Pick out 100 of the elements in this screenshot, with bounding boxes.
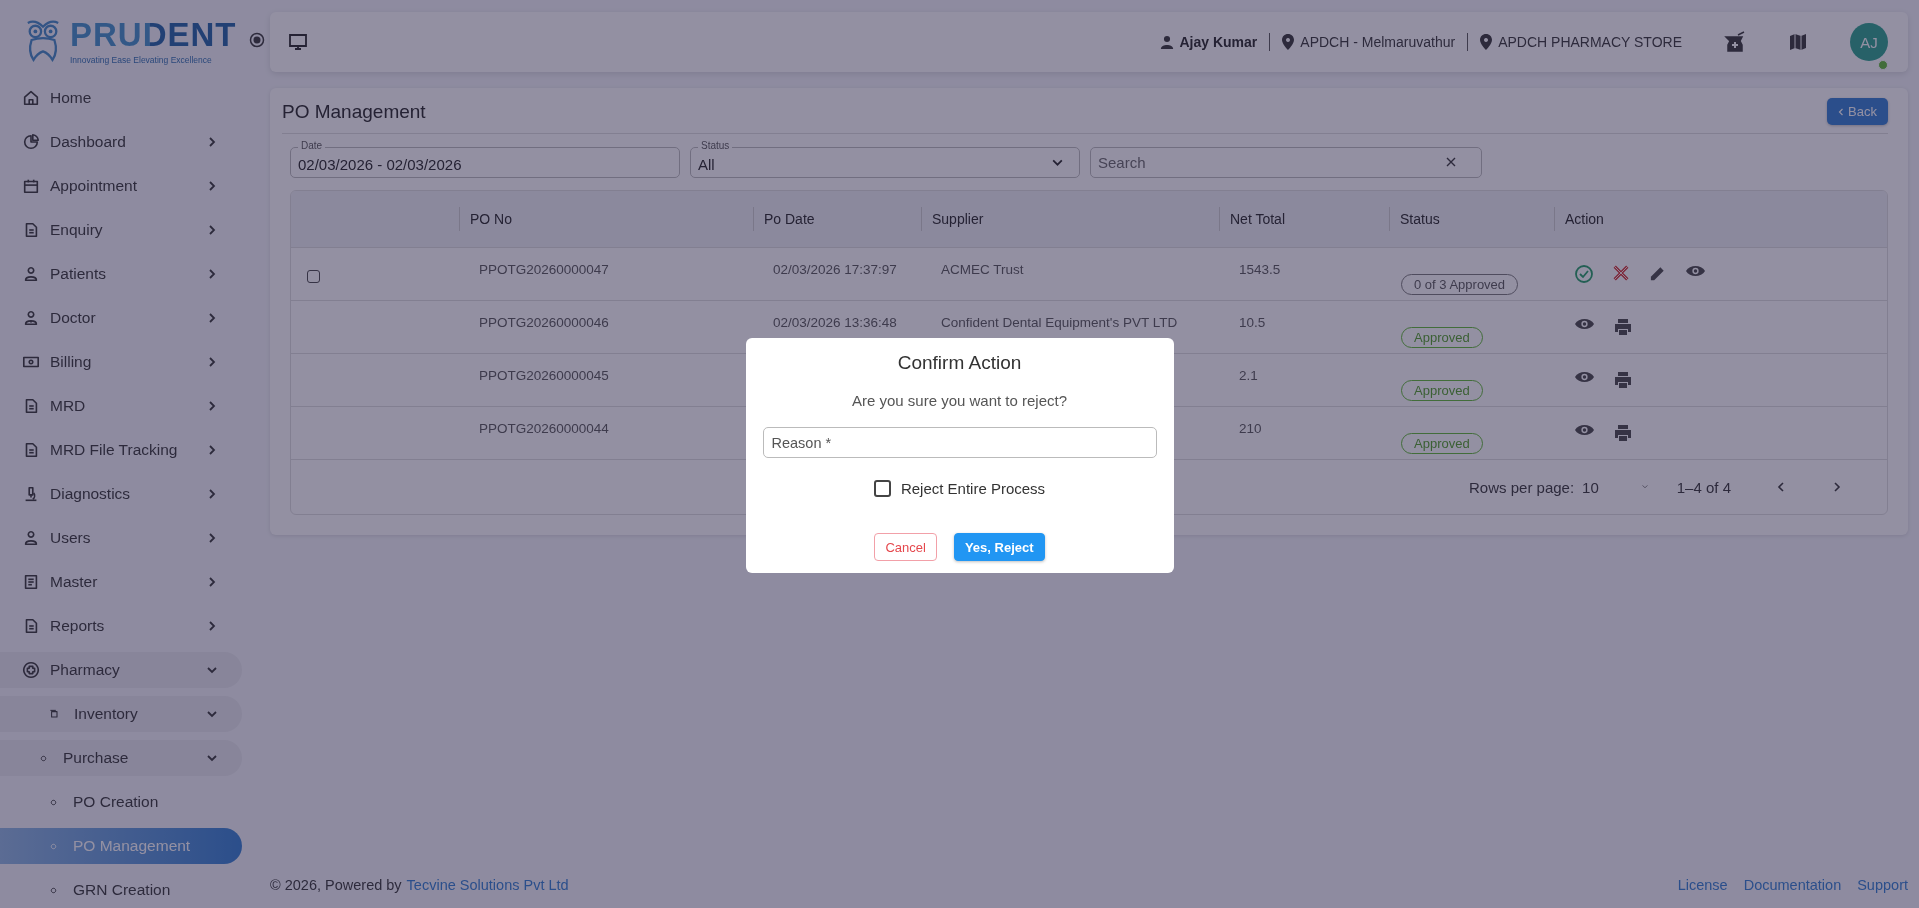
chevron-down-icon	[206, 752, 218, 764]
chevron-left-icon	[1838, 107, 1845, 116]
field-label: Date	[298, 140, 326, 152]
sidebar-item[interactable]: Appointment	[0, 168, 242, 204]
brand-tagline: Innovating Ease Elevating Excellence	[70, 55, 213, 65]
map-icon[interactable]	[1788, 32, 1808, 52]
chevron-right-icon	[206, 444, 218, 456]
table-cell: PPOTG20260000047	[479, 262, 609, 277]
column-header: Action	[1565, 211, 1604, 227]
table-cell: 02/03/2026 13:36:48	[773, 315, 897, 330]
table-cell: 210	[1239, 421, 1262, 436]
chevron-right-icon	[206, 136, 218, 148]
sidebar-item[interactable]: GRN Creation	[0, 872, 242, 908]
check-circle-icon[interactable]	[1574, 264, 1594, 284]
table-cell: 02/03/2026 17:37:97	[773, 262, 897, 277]
mortar-pestle-icon[interactable]	[1724, 31, 1746, 53]
next-page-icon[interactable]	[1831, 481, 1843, 493]
copyright-text: © 2026, Powered by Tecvine Solutions Pvt Ltd	[270, 877, 569, 893]
printer-icon[interactable]	[1613, 423, 1633, 443]
footer-link[interactable]: License	[1677, 877, 1728, 893]
table-cell: 10.5	[1239, 315, 1266, 330]
chevron-right-icon	[206, 224, 218, 236]
checkbox-label: Reject Entire Process	[900, 480, 1046, 497]
table-cell: 2.1	[1239, 368, 1258, 383]
calendar-icon	[22, 177, 40, 195]
search-field[interactable]: Search	[1090, 147, 1482, 178]
eye-icon[interactable]	[1574, 317, 1595, 331]
location-pin-icon	[1480, 34, 1493, 50]
reject-entire-checkbox[interactable]	[873, 480, 891, 497]
chevron-down-icon	[206, 664, 218, 676]
person-icon	[1159, 35, 1174, 49]
list-icon	[22, 573, 40, 591]
company-link[interactable]: Tecvine Solutions Pvt Ltd	[406, 877, 569, 893]
radio-toggle-icon[interactable]	[248, 32, 265, 48]
sidebar-item[interactable]: PO Management	[0, 828, 242, 864]
user-name: Ajay Kumar	[1179, 34, 1258, 50]
stack-icon	[48, 708, 60, 720]
table-cell: PPOTG20260000045	[479, 368, 609, 383]
chevron-right-icon	[206, 268, 218, 280]
eye-icon[interactable]	[1574, 370, 1595, 384]
store-name: APDCH PHARMACY STORE	[1498, 34, 1682, 50]
location-name: APDCH - Melmaruvathur	[1300, 34, 1456, 50]
table-cell: ACMEC Trust	[941, 262, 1024, 277]
eye-icon[interactable]	[1685, 264, 1706, 278]
chevron-down-icon	[206, 708, 218, 720]
column-header: Net Total	[1230, 211, 1285, 227]
footer-link[interactable]: Support	[1857, 877, 1908, 893]
previous-page-icon[interactable]	[1775, 481, 1787, 493]
person-icon	[22, 265, 40, 283]
sidebar-item[interactable]: Home	[0, 80, 242, 116]
table-cell: Confident Dental Equipment's PVT LTD	[941, 315, 1178, 330]
dialog-message: Are you sure you want to reject?	[851, 392, 1068, 409]
row-checkbox[interactable]	[307, 270, 320, 283]
column-header: Po Date	[764, 211, 815, 227]
sidebar-item[interactable]: Master	[0, 564, 242, 600]
rows-per-page-label: Rows per page:	[1469, 478, 1575, 496]
pencil-icon[interactable]	[1648, 264, 1667, 283]
sidebar-item[interactable]: Doctor	[0, 300, 242, 336]
pie-chart-icon	[22, 133, 40, 151]
cancel-button[interactable]: Cancel	[874, 533, 937, 561]
chevron-right-icon	[206, 312, 218, 324]
back-button[interactable]: Back	[1827, 98, 1888, 125]
sidebar-item[interactable]: Diagnostics	[0, 476, 242, 512]
chevron-right-icon	[206, 576, 218, 588]
reason-field[interactable]: Reason *	[762, 427, 1157, 458]
table-cell: 1543.5	[1239, 262, 1281, 277]
sidebar-item[interactable]: Dashboard	[0, 124, 242, 160]
sidebar-item[interactable]: Users	[0, 520, 242, 556]
printer-icon[interactable]	[1613, 317, 1633, 337]
chevron-right-icon	[206, 488, 218, 500]
sidebar-item[interactable]: Pharmacy	[0, 652, 242, 688]
footer-link[interactable]: Documentation	[1743, 877, 1842, 893]
user-avatar[interactable]: AJ	[1850, 23, 1888, 61]
rows-per-page-select[interactable]: 10	[1582, 478, 1649, 496]
house-icon	[22, 89, 40, 107]
sidebar-item[interactable]: Reports	[0, 608, 242, 644]
sidebar-item[interactable]: PO Creation	[0, 784, 242, 820]
sidebar-item[interactable]: Patients	[0, 256, 242, 292]
sidebar-item[interactable]: Billing	[0, 344, 242, 380]
sidebar-item[interactable]: Inventory	[0, 696, 242, 732]
eye-icon[interactable]	[1574, 423, 1595, 437]
column-header: Supplier	[932, 211, 984, 227]
table-cell: PPOTG20260000044	[479, 421, 609, 436]
cross-icon[interactable]	[1612, 264, 1630, 282]
chevron-right-icon	[206, 620, 218, 632]
caret-down-icon	[1640, 483, 1649, 491]
location-pin-icon	[1282, 34, 1295, 50]
printer-icon[interactable]	[1613, 370, 1633, 390]
sidebar-item[interactable]: MRD	[0, 388, 242, 424]
clear-icon[interactable]	[1446, 157, 1456, 167]
page-title: PO Management	[282, 100, 426, 123]
sidebar-item[interactable]: MRD File Tracking	[0, 432, 242, 468]
dialog-title: Confirm Action	[897, 352, 1022, 374]
sidebar-item[interactable]: Purchase	[0, 740, 242, 776]
confirm-reject-button[interactable]: Yes, Reject	[953, 533, 1045, 561]
column-header: Status	[1400, 211, 1440, 227]
sidebar-item[interactable]: Enquiry	[0, 212, 242, 248]
page-range: 1–4 of 4	[1676, 478, 1731, 496]
monitor-icon[interactable]	[288, 32, 308, 52]
field-label: Status	[698, 140, 733, 152]
